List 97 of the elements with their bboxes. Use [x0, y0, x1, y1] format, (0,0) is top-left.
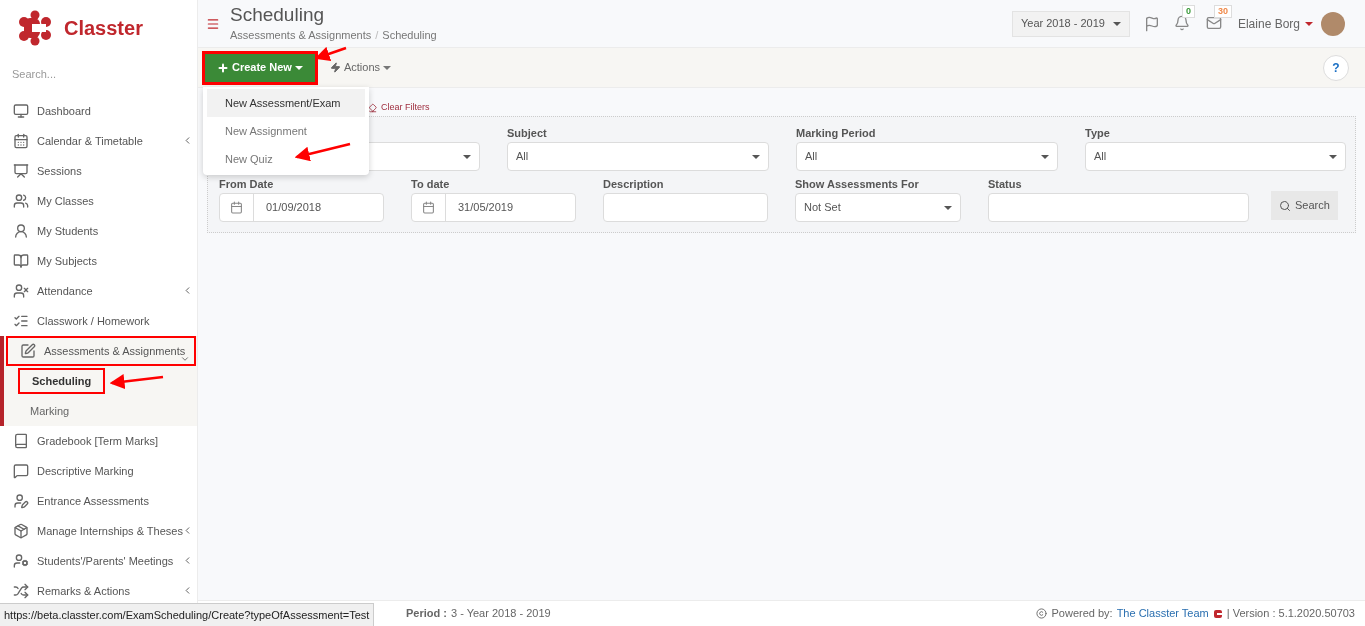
notification-badge: 0 [1181, 4, 1195, 18]
help-button[interactable]: ? [1323, 54, 1349, 81]
pen-square-icon [20, 343, 36, 359]
checklist-icon [13, 313, 29, 329]
menu-icon[interactable] [206, 16, 220, 31]
submenu-item[interactable]: Scheduling [18, 368, 106, 394]
calendar-icon [230, 201, 243, 214]
sidebar-item[interactable]: Remarks & Actions [0, 576, 197, 606]
breadcrumb-separator: / [375, 28, 379, 44]
sidebar-item[interactable]: My Classes [0, 186, 197, 216]
period-value: 3 - Year 2018 - 2019 [450, 606, 551, 622]
chat-icon [13, 463, 29, 479]
caret-icon [1329, 154, 1337, 159]
logo-icon [18, 10, 52, 46]
powered-by-text: Powered by: [1051, 606, 1113, 622]
year-dropdown[interactable]: Year 2018 - 2019 [1011, 10, 1130, 37]
caret-icon [1041, 154, 1049, 159]
calendar-icon [422, 201, 435, 214]
lightning-icon [329, 62, 341, 73]
text-field[interactable] [603, 193, 768, 222]
presentation-icon [13, 163, 29, 179]
brand-name: Classter [64, 16, 143, 41]
team-link[interactable]: The Classter Team [1116, 605, 1209, 622]
search-field[interactable]: Search... [12, 64, 185, 84]
field-label: Subject [507, 127, 547, 139]
sidebar-item[interactable]: Dashboard [0, 96, 197, 126]
menu-item[interactable]: New Quiz [207, 145, 365, 173]
version-text: | Version : 5.1.2020.50703 [1226, 606, 1355, 622]
flag-icon[interactable] [1143, 15, 1160, 32]
book-icon [13, 433, 29, 449]
annotation-arrow [294, 142, 351, 162]
person-icon [13, 223, 29, 239]
monitor-icon [13, 103, 29, 119]
sidebar-item[interactable]: My Subjects [0, 246, 197, 276]
mail-icon[interactable] [1205, 14, 1222, 31]
text-field[interactable] [988, 193, 1249, 222]
submenu-item[interactable]: Marking [18, 398, 82, 424]
select-field[interactable]: All [796, 142, 1058, 171]
clear-filters-link[interactable]: Clear Filters [367, 101, 430, 115]
sidebar-item[interactable]: Calendar & Timetable [0, 126, 197, 156]
sidebar-item[interactable]: Classwork / Homework [0, 306, 197, 336]
person-x-icon [13, 283, 29, 299]
field-label: Show Assessments For [795, 178, 919, 190]
caret-icon [944, 205, 952, 210]
menu-item[interactable]: New Assignment [207, 117, 365, 145]
date-field[interactable]: 01/09/2018 [219, 193, 384, 222]
field-label: Type [1085, 127, 1110, 139]
copyright-icon [1036, 608, 1048, 619]
select-field[interactable]: All [1085, 142, 1346, 171]
plus-icon [217, 61, 229, 74]
sidebar-item[interactable]: Descriptive Marking [0, 456, 197, 486]
caret-icon [383, 65, 391, 70]
sidebar-item[interactable]: Attendance [0, 276, 197, 306]
caret-icon [1112, 21, 1121, 26]
search-icon [1279, 199, 1291, 212]
page-title: Scheduling [230, 3, 326, 28]
field-label: Description [603, 178, 664, 190]
book-icon [13, 253, 29, 269]
caret-icon [1305, 21, 1313, 26]
eraser-icon [367, 103, 377, 113]
field-label: From Date [219, 178, 274, 190]
field-label: Status [988, 178, 1022, 190]
sidebar-item[interactable]: Students'/Parents' Meetings [0, 546, 197, 576]
field-label: Marking Period [796, 127, 876, 139]
period-label: Period : [406, 606, 447, 622]
bell-icon[interactable] [1173, 14, 1190, 31]
box-icon [13, 523, 29, 539]
person-pen-icon [13, 493, 29, 509]
caret-icon [752, 154, 760, 159]
caret-icon [294, 65, 303, 70]
field-label: To date [411, 178, 450, 190]
logo-icon [1212, 608, 1223, 619]
avatar[interactable] [1321, 11, 1345, 36]
sidebar-item[interactable]: Assessments & Assignments [6, 336, 196, 366]
create-new-button[interactable]: Create New [202, 50, 318, 85]
people-icon [13, 193, 29, 209]
sidebar-item[interactable]: Manage Internships & Theses [0, 516, 197, 546]
select-field[interactable]: Not Set [795, 193, 961, 222]
link-preview: https://beta.classter.com/ExamScheduling/Create?typeOfAssessment=Test [0, 603, 375, 626]
sidebar-item[interactable]: Entrance Assessments [0, 486, 197, 516]
caret-icon [463, 154, 471, 159]
sidebar-item[interactable]: My Students [0, 216, 197, 246]
sidebar-item[interactable]: Sessions [0, 156, 197, 186]
search-button[interactable]: Search [1271, 191, 1338, 220]
message-badge: 30 [1213, 4, 1232, 18]
menu-item[interactable]: New Assessment/Exam [207, 89, 365, 117]
actions-button[interactable]: Actions [329, 59, 391, 76]
person-gear-icon [13, 553, 29, 569]
shuffle-icon [13, 583, 29, 599]
breadcrumb-link[interactable]: Assessments & Assignments [230, 27, 372, 44]
breadcrumb-link[interactable]: Scheduling [382, 27, 437, 44]
sidebar-item[interactable]: Gradebook [Term Marks] [0, 426, 197, 456]
user-menu[interactable]: Elaine Borg [1237, 14, 1313, 33]
date-field[interactable]: 31/05/2019 [411, 193, 576, 222]
annotation-arrow [109, 374, 164, 389]
select-field[interactable]: All [507, 142, 769, 171]
calendar-icon [13, 133, 29, 149]
